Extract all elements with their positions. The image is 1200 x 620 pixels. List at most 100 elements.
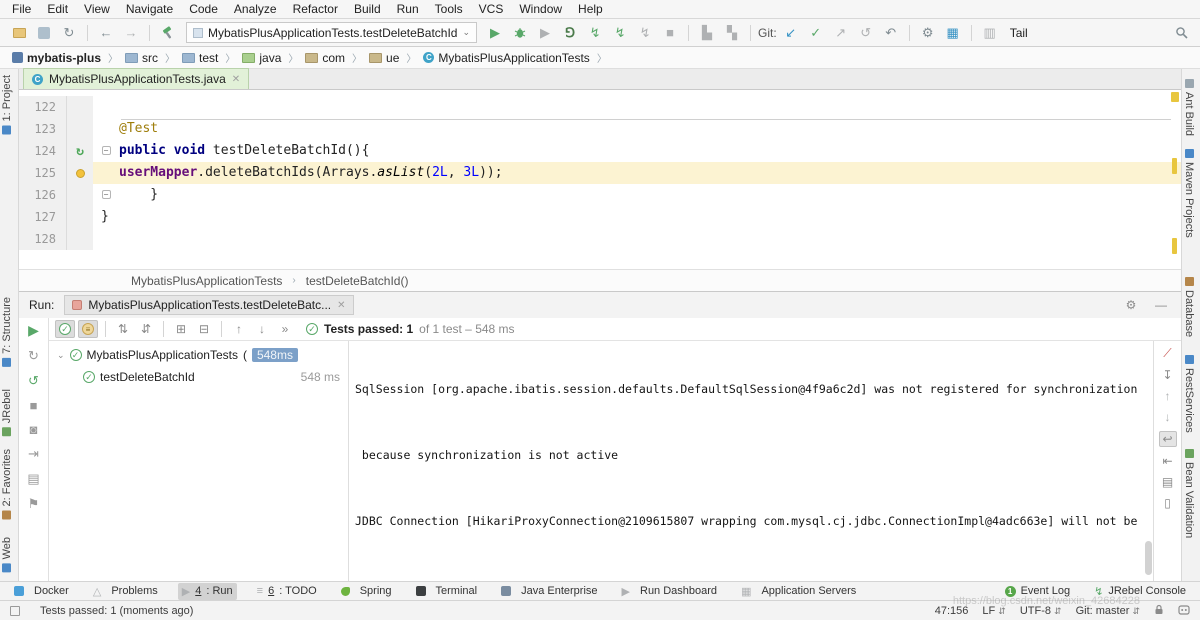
breadcrumb-com[interactable]: com — [303, 51, 347, 65]
toolwindow-spring[interactable]: Spring — [337, 583, 396, 600]
git-push-icon[interactable]: ↗ — [830, 23, 852, 43]
next-test-icon[interactable]: ↓ — [252, 320, 272, 338]
breadcrumb-method-name[interactable]: testDeleteBatchId() — [306, 274, 409, 288]
menu-view[interactable]: View — [76, 1, 118, 17]
chevron-down-icon[interactable]: ⌄ — [57, 350, 65, 361]
show-ignored-toggle[interactable]: ≡ — [78, 320, 98, 338]
encoding-select[interactable]: UTF-8 ⇵ — [1020, 605, 1062, 617]
restore-layout-button[interactable]: ▤ — [27, 471, 39, 487]
fold-icon[interactable]: − — [101, 146, 111, 155]
menu-refactor[interactable]: Refactor — [285, 1, 346, 17]
menu-build[interactable]: Build — [346, 1, 389, 17]
down-the-stack-trace-icon[interactable]: ↓ — [1165, 410, 1171, 424]
menu-vcs[interactable]: VCS — [471, 1, 512, 17]
debug-button[interactable] — [509, 23, 531, 43]
editor-tab[interactable]: C MybatisPlusApplicationTests.java ✕ — [23, 68, 250, 89]
search-icon[interactable] — [1170, 23, 1192, 43]
back-icon[interactable]: ← — [95, 23, 117, 43]
save-icon[interactable] — [33, 23, 55, 43]
attach-debugger-button[interactable]: ⇥ — [28, 446, 39, 462]
profiler-icon[interactable]: ▙ — [696, 23, 718, 43]
caret-position[interactable]: 47:156 — [935, 605, 969, 617]
sort-alphabetically-icon[interactable]: ⇅ — [113, 320, 133, 338]
scroll-to-end-icon[interactable]: ↧ — [1162, 368, 1172, 382]
status-message[interactable]: Tests passed: 1 (moments ago) — [40, 605, 193, 617]
up-the-stack-trace-icon[interactable]: ↑ — [1165, 389, 1171, 403]
breadcrumb-java[interactable]: java — [240, 51, 283, 65]
toolwindow-bean-validation[interactable]: Bean Validation — [1183, 449, 1195, 538]
inspection-profile-icon[interactable] — [1178, 604, 1190, 618]
toolwindow-application-servers[interactable]: ▦ Application Servers — [737, 583, 860, 600]
menu-tools[interactable]: Tools — [427, 1, 471, 17]
jrebel-rerun-button[interactable]: ↺ — [28, 373, 39, 389]
print-icon[interactable]: ▤ — [1162, 475, 1173, 489]
toolwindow-switcher-icon[interactable] — [10, 605, 20, 616]
line-ending-select[interactable]: LF ⇵ — [982, 605, 1005, 617]
run-coverage-button[interactable]: ▶ — [534, 23, 556, 43]
scroll-to-trace-icon[interactable]: ⇤ — [1162, 454, 1172, 468]
profile-button[interactable]: ⅁ — [559, 23, 581, 43]
breadcrumb-ue[interactable]: ue — [367, 51, 401, 65]
previous-test-icon[interactable]: ↑ — [229, 320, 249, 338]
tail-label[interactable]: Tail — [1010, 26, 1028, 40]
console-scrollbar-thumb[interactable] — [1145, 541, 1152, 575]
clear-console-icon[interactable]: ⟋ — [1163, 346, 1171, 361]
toolwindow-terminal[interactable]: Terminal — [412, 583, 482, 600]
sort-by-duration-icon[interactable]: ⇵ — [136, 320, 156, 338]
toolwindow-favorites[interactable]: 2: Favorites — [1, 449, 13, 520]
menu-window[interactable]: Window — [511, 1, 570, 17]
menu-analyze[interactable]: Analyze — [226, 1, 285, 17]
toolwindow-jrebel[interactable]: JRebel — [1, 389, 13, 437]
rerun-failed-tests-button[interactable]: ↻ — [28, 348, 39, 364]
toolwindow-web[interactable]: Web — [1, 537, 13, 573]
collapse-all-icon[interactable]: ⊟ — [194, 320, 214, 338]
expand-all-icon[interactable]: ⊞ — [171, 320, 191, 338]
toolwindow-docker[interactable]: Docker — [10, 583, 73, 600]
menu-code[interactable]: Code — [181, 1, 226, 17]
build-hammer-icon[interactable] — [157, 23, 179, 43]
soft-wrap-toggle[interactable]: ↩ — [1158, 431, 1177, 447]
toolwindow-restservices[interactable]: RestServices — [1183, 355, 1195, 433]
profiler-icon-2[interactable]: ▚ — [721, 23, 743, 43]
more-options-icon[interactable]: » — [275, 320, 295, 338]
settings-gear-icon[interactable]: ⚙ — [1121, 296, 1141, 314]
menu-help[interactable]: Help — [570, 1, 611, 17]
close-icon[interactable]: ✕ — [337, 300, 345, 311]
open-icon[interactable] — [8, 23, 30, 43]
menu-file[interactable]: File — [4, 1, 39, 17]
clear-all-icon[interactable]: ▯ — [1164, 496, 1171, 510]
toolwindow-todo[interactable]: ≡ 6: TODO — [253, 583, 321, 600]
project-structure-icon[interactable]: ▦ — [942, 23, 964, 43]
toolwindow-database[interactable]: Database — [1183, 277, 1195, 337]
save-all-icon[interactable]: ▥ — [979, 23, 1001, 43]
toolwindow-run-dashboard[interactable]: ▶ Run Dashboard — [618, 583, 722, 600]
toolwindow-run[interactable]: ▶ 4: Run — [177, 582, 237, 600]
close-icon[interactable]: ✕ — [232, 74, 240, 85]
toolwindow-ant-build[interactable]: Ant Build — [1183, 79, 1195, 136]
jrebel-console-button[interactable]: ↯ JRebel Console — [1090, 583, 1190, 600]
git-rollback-icon[interactable]: ↶ — [880, 23, 902, 43]
hide-panel-icon[interactable]: — — [1151, 296, 1171, 314]
sync-icon[interactable]: ↻ — [58, 23, 80, 43]
jrebel-run-button[interactable]: ↯ — [584, 23, 606, 43]
menu-navigate[interactable]: Navigate — [118, 1, 181, 17]
git-branch-select[interactable]: Git: master ⇵ — [1076, 605, 1140, 617]
breadcrumb-class[interactable]: C MybatisPlusApplicationTests — [421, 51, 591, 65]
menu-edit[interactable]: Edit — [39, 1, 76, 17]
git-update-icon[interactable]: ↙ — [780, 23, 802, 43]
readonly-lock-icon[interactable] — [1154, 604, 1164, 618]
wrench-icon[interactable]: ⚙ — [917, 23, 939, 43]
breadcrumb-class-name[interactable]: MybatisPlusApplicationTests — [131, 274, 282, 288]
run-configuration-select[interactable]: MybatisPlusApplicationTests.testDeleteBa… — [186, 22, 478, 43]
breadcrumb-src[interactable]: src — [123, 51, 160, 65]
jrebel-debug-button[interactable]: ↯ — [609, 23, 631, 43]
forward-icon[interactable]: → — [120, 23, 142, 43]
git-commit-icon[interactable]: ✓ — [805, 23, 827, 43]
breadcrumb-test[interactable]: test — [180, 51, 220, 65]
stop-button[interactable]: ■ — [659, 23, 681, 43]
breadcrumb-project[interactable]: mybatis-plus — [10, 51, 103, 65]
test-tree-child-row[interactable]: ✓ testDeleteBatchId 548 ms — [49, 366, 348, 388]
toolwindow-java-enterprise[interactable]: Java Enterprise — [497, 583, 601, 600]
pin-tab-button[interactable]: ⚑ — [28, 496, 40, 512]
stop-process-button[interactable]: ■ — [30, 398, 38, 413]
